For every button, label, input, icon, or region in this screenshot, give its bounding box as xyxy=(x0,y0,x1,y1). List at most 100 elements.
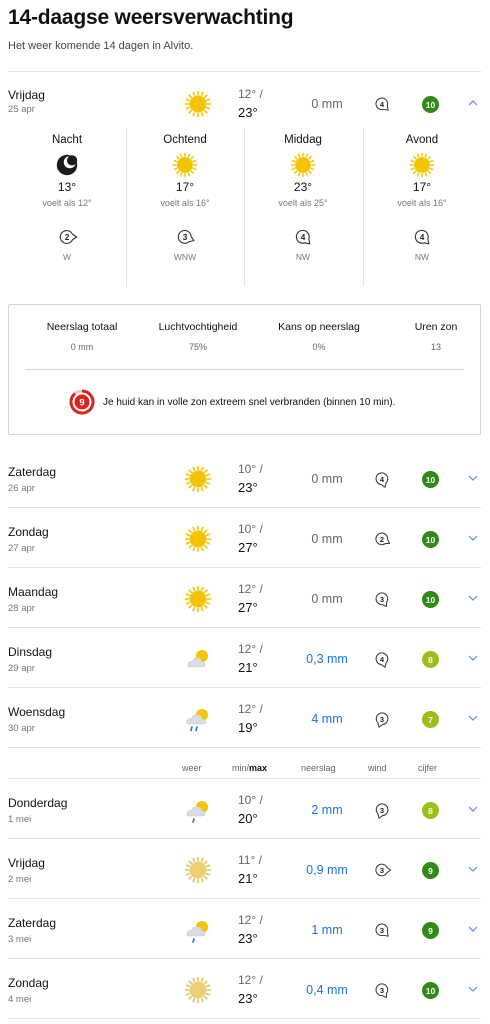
day-details-box: Neerslag totaal 0 mm Luchtvochtigheid 75% Ka… xyxy=(8,304,481,435)
day-row[interactable]: Maandag 28 apr 12° / 27° 0 mm 3 10 xyxy=(0,567,490,627)
day-row[interactable]: Woensdag 30 apr 12° / 19° 4 mm 3 7 xyxy=(0,687,490,747)
temp-max: 23° xyxy=(238,480,258,495)
svg-text:3: 3 xyxy=(380,986,384,995)
wind-direction-icon: 2 xyxy=(372,529,392,549)
rain-shower-icon xyxy=(184,705,212,733)
wind-direction-icon: 3 xyxy=(372,800,392,820)
chevron-down-icon[interactable] xyxy=(466,711,480,725)
day-row[interactable]: Zaterdag 26 apr 10° / 23° 0 mm 4 10 xyxy=(0,447,490,507)
wind-direction-icon: 3 xyxy=(372,860,392,880)
sun-icon xyxy=(290,152,316,178)
chevron-down-icon[interactable] xyxy=(466,531,480,545)
weather-score-badge: 10 xyxy=(422,471,439,488)
day-name: Maandag xyxy=(8,585,59,599)
day-name: Zondag xyxy=(8,525,49,539)
wind-direction-label: W xyxy=(62,252,72,262)
svg-text:4: 4 xyxy=(301,233,306,242)
day-date: 26 apr xyxy=(8,483,35,494)
sun-icon xyxy=(184,465,212,493)
sun-icon xyxy=(184,90,212,118)
feels-like: voelt als 25° xyxy=(278,198,328,208)
wind-direction-icon: 4 xyxy=(372,94,392,114)
weather-score-badge: 10 xyxy=(422,96,439,113)
page-subtitle: Het weer komende 14 dagen in Alvito. xyxy=(8,40,194,52)
day-row[interactable]: Zaterdag 3 mei 12° / 23° 1 mm 3 9 xyxy=(0,898,490,958)
temp-max: 23° xyxy=(238,991,258,1006)
svg-text:2: 2 xyxy=(380,535,384,544)
day-date: 1 mei xyxy=(8,814,32,825)
legend-wind: wind xyxy=(368,763,387,773)
uv-warning-text: Je huid kan in volle zon extreem snel ve… xyxy=(103,397,396,408)
day-row[interactable]: Dinsdag 29 apr 12° / 21° 0,3 mm 4 8 xyxy=(0,627,490,687)
chevron-down-icon[interactable] xyxy=(466,591,480,605)
temp-max: 21° xyxy=(238,871,258,886)
precipitation: 0 mm xyxy=(311,532,343,546)
stat-item: Luchtvochtigheid 75% xyxy=(139,321,257,352)
temp-min: 12° / xyxy=(238,87,263,101)
day-part-temp: 17° xyxy=(175,180,195,194)
wind-direction-icon: 4 xyxy=(411,226,433,248)
stat-label: Luchtvochtigheid xyxy=(158,321,238,333)
day-row[interactable]: Zondag 4 mei 12° / 23° 0,4 mm 3 10 xyxy=(0,958,490,1018)
day-date: 4 mei xyxy=(8,994,32,1005)
chevron-down-icon[interactable] xyxy=(466,651,480,665)
chevron-down-icon[interactable] xyxy=(466,471,480,485)
day-name: Zaterdag xyxy=(8,916,57,930)
wind-direction-icon: 4 xyxy=(372,469,392,489)
day-date: 2 mei xyxy=(8,874,32,885)
column-divider xyxy=(126,128,127,286)
wind-direction-icon: 3 xyxy=(372,980,392,1000)
wind-direction-icon: 3 xyxy=(372,589,392,609)
row-divider xyxy=(8,1018,481,1019)
svg-text:9: 9 xyxy=(79,398,84,409)
temp-min: 12° / xyxy=(238,642,263,656)
day-part-name: Avond xyxy=(405,134,439,146)
chevron-up-icon[interactable] xyxy=(466,96,480,110)
svg-text:3: 3 xyxy=(380,715,384,724)
wind-direction-icon: 3 xyxy=(174,226,196,248)
temp-min: 12° / xyxy=(238,973,263,987)
weather-score-badge: 9 xyxy=(422,922,439,939)
hazy-sun-icon xyxy=(184,856,212,884)
box-divider xyxy=(25,369,464,370)
stat-label: Uren zon xyxy=(414,321,458,333)
chevron-down-icon[interactable] xyxy=(466,982,480,996)
chevron-down-icon[interactable] xyxy=(466,922,480,936)
day-part-temp: 13° xyxy=(57,180,77,194)
day-row[interactable]: Vrijdag 2 mei 11° / 21° 0,9 mm 3 9 xyxy=(0,838,490,898)
day-row[interactable]: Donderdag 1 mei 10° / 20° 2 mm 3 8 xyxy=(0,778,490,838)
precipitation: 0,4 mm xyxy=(306,983,348,997)
weather-score-badge: 8 xyxy=(422,651,439,668)
precipitation: 4 mm xyxy=(311,712,343,726)
stat-value: 75% xyxy=(188,342,207,352)
chevron-down-icon[interactable] xyxy=(466,862,480,876)
day-row[interactable]: Vrijdag 25 apr 12° / 23° 0 mm 4 10 xyxy=(0,72,490,132)
day-row[interactable]: Zondag 27 apr 10° / 27° 0 mm 2 10 xyxy=(0,507,490,567)
stat-value: 0 mm xyxy=(70,342,94,352)
day-part-3: Avond 17° voelt als 16° 4 NW xyxy=(363,128,481,290)
column-divider xyxy=(244,128,245,286)
wind-direction-icon: 3 xyxy=(372,709,392,729)
temp-max: 23° xyxy=(238,931,258,946)
temp-max: 19° xyxy=(238,720,258,735)
stat-item: Neerslag totaal 0 mm xyxy=(23,321,141,352)
sun-icon xyxy=(184,525,212,553)
temp-max: 21° xyxy=(238,660,258,675)
wind-direction-icon: 3 xyxy=(372,920,392,940)
day-name: Woensdag xyxy=(8,705,66,719)
stat-item: Kans op neerslag 0% xyxy=(260,321,378,352)
sun-icon xyxy=(184,585,212,613)
uv-index-icon: 9 xyxy=(69,389,95,415)
weather-score-badge: 10 xyxy=(422,531,439,548)
stat-item: Uren zon 13 xyxy=(377,321,490,352)
weather-score-badge: 8 xyxy=(422,802,439,819)
temp-min: 12° / xyxy=(238,913,263,927)
day-part-1: Ochtend 17° voelt als 16° 3 WNW xyxy=(126,128,244,290)
hazy-sun-icon xyxy=(184,976,212,1004)
chevron-down-icon[interactable] xyxy=(466,802,480,816)
temp-max: 27° xyxy=(238,540,258,555)
temp-min: 10° / xyxy=(238,522,263,536)
temp-min: 10° / xyxy=(238,793,263,807)
legend-cijfer: cijfer xyxy=(418,763,438,773)
day-part-name: Middag xyxy=(284,134,322,146)
